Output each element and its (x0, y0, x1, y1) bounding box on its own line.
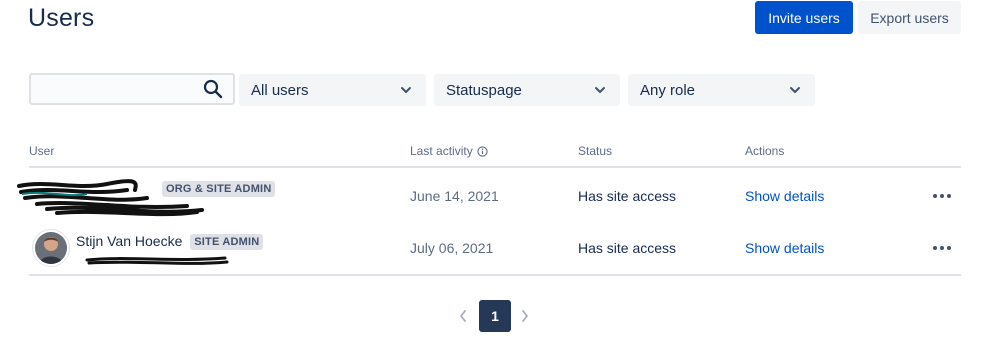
more-actions-icon[interactable] (930, 238, 954, 258)
role-filter-select[interactable]: Any role (628, 74, 815, 106)
status-text: Has site access (578, 188, 677, 204)
search-field[interactable] (29, 73, 235, 105)
column-header-last-activity-label: Last activity (410, 144, 473, 158)
chevron-down-icon (592, 82, 608, 98)
invite-users-button[interactable]: Invite users (755, 1, 853, 34)
search-input[interactable] (31, 75, 201, 103)
product-filter-value: Statuspage (446, 81, 522, 99)
user-role-badge: ORG & SITE ADMIN (162, 180, 276, 198)
column-header-status: Status (578, 144, 613, 158)
product-filter-select[interactable]: Statuspage (434, 74, 620, 106)
page-title: Users (28, 4, 95, 32)
page-button-current[interactable]: 1 (479, 300, 511, 332)
last-activity: June 14, 2021 (410, 188, 499, 204)
show-details-link[interactable]: Show details (745, 188, 824, 204)
search-icon[interactable] (201, 77, 225, 101)
more-actions-icon[interactable] (930, 186, 954, 206)
info-icon[interactable] (477, 145, 488, 157)
user-name[interactable]: Stijn Van Hoecke (76, 233, 182, 249)
avatar (33, 230, 69, 266)
table-header-divider (29, 166, 961, 168)
chevron-down-icon (787, 82, 803, 98)
last-activity: July 06, 2021 (410, 240, 494, 256)
column-header-user: User (29, 144, 55, 158)
user-filter-value: All users (251, 81, 309, 99)
show-details-link[interactable]: Show details (745, 240, 824, 256)
user-filter-select[interactable]: All users (239, 74, 426, 106)
column-header-last-activity: Last activity (410, 144, 488, 158)
redaction-scribble (85, 256, 229, 265)
chevron-left-icon[interactable] (455, 306, 471, 326)
chevron-right-icon[interactable] (517, 306, 533, 326)
status-text: Has site access (578, 240, 677, 256)
table-footer-divider (29, 274, 961, 276)
export-users-button[interactable]: Export users (858, 1, 961, 34)
column-header-actions: Actions (745, 144, 785, 158)
table-row: ORG & SITE ADMIN June 14, 2021 Has site … (17, 170, 961, 222)
user-role-badge: SITE ADMIN (190, 234, 264, 251)
table-row: Stijn Van Hoecke SITE ADMIN July 06, 202… (29, 222, 961, 274)
role-filter-value: Any role (640, 81, 696, 99)
chevron-down-icon (398, 82, 414, 98)
